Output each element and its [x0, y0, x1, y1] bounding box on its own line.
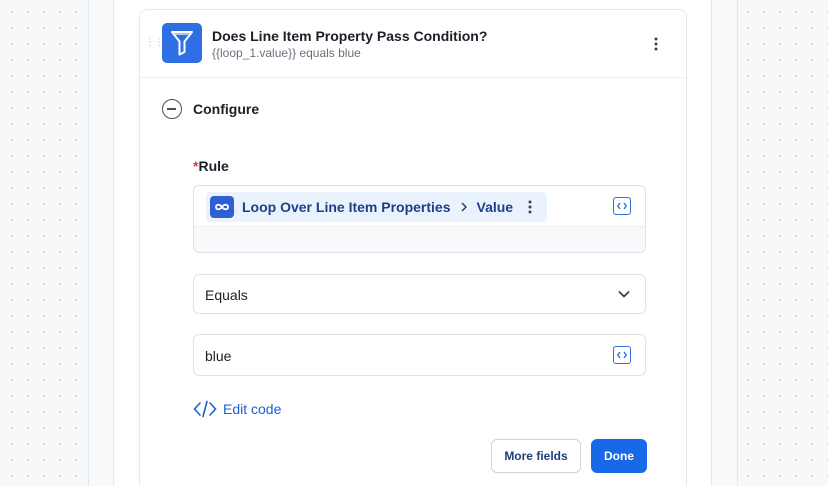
step-subtitle: {{loop_1.value}} equals blue: [212, 46, 361, 60]
rule-input-extension[interactable]: [194, 226, 645, 252]
loop-icon: [210, 196, 234, 218]
token-source: Loop Over Line Item Properties: [242, 199, 451, 215]
comparison-value-text: blue: [205, 348, 232, 364]
variable-token[interactable]: Loop Over Line Item Properties Value: [206, 192, 547, 222]
more-fields-button[interactable]: More fields: [491, 439, 581, 473]
operator-selected-value: Equals: [205, 287, 248, 303]
configure-label: Configure: [193, 101, 260, 117]
edit-code-link[interactable]: Edit code: [193, 399, 281, 419]
condition-step-card: ⋮⋮ Does Line Item Property Pass Conditio…: [139, 9, 687, 486]
rule-label: *Rule: [193, 158, 229, 174]
insert-variable-code-icon[interactable]: [613, 197, 631, 215]
token-field: Value: [476, 199, 514, 215]
chevron-down-icon[interactable]: [617, 287, 631, 306]
step-more-options-icon[interactable]: [646, 34, 666, 54]
rule-label-text: Rule: [198, 158, 229, 174]
code-icon: [193, 400, 217, 418]
configure-section-toggle[interactable]: Configure: [162, 98, 259, 120]
insert-variable-code-icon[interactable]: [613, 346, 631, 364]
chevron-right-icon: [461, 202, 467, 212]
done-button[interactable]: Done: [591, 439, 647, 473]
filter-icon: [162, 23, 202, 63]
step-header[interactable]: ⋮⋮ Does Line Item Property Pass Conditio…: [140, 10, 686, 78]
token-more-options-icon[interactable]: [528, 200, 532, 214]
edit-code-label: Edit code: [223, 401, 282, 417]
drag-handle-icon[interactable]: ⋮⋮: [145, 36, 164, 50]
step-title: Does Line Item Property Pass Condition?: [212, 28, 488, 44]
operator-select[interactable]: Equals: [193, 274, 646, 314]
comparison-value-input[interactable]: blue: [193, 334, 646, 376]
collapse-icon[interactable]: [162, 99, 182, 119]
rule-input[interactable]: Loop Over Line Item Properties Value: [193, 185, 646, 253]
